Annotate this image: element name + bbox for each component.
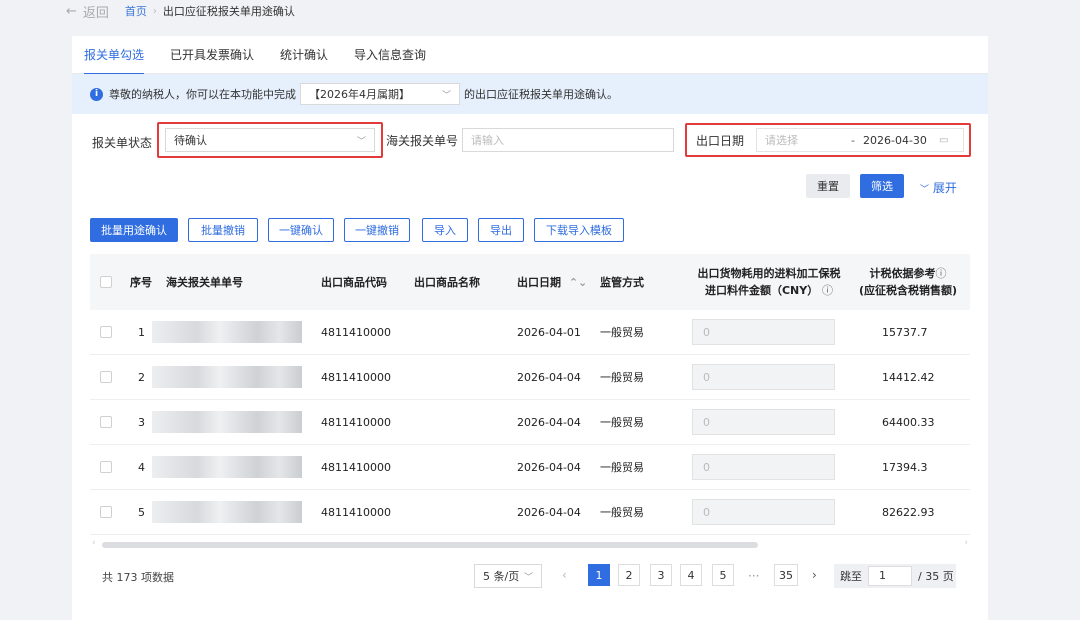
date-range-picker[interactable]: 请选择 - 2026-04-30 ▭ — [756, 128, 964, 152]
back-button[interactable]: ← 返回 — [66, 2, 109, 21]
horizontal-scrollbar[interactable]: ‹ › — [90, 538, 970, 550]
page-5[interactable]: 5 — [712, 564, 734, 586]
page-4[interactable]: 4 — [680, 564, 702, 586]
tab-bar: 报关单勾选 已开具发票确认 统计确认 导入信息查询 — [72, 36, 988, 75]
page-size-select[interactable]: 5 条/页 ﹀ — [474, 564, 542, 588]
status-select[interactable]: 待确认 ﹀ — [165, 128, 375, 152]
prev-page-icon[interactable]: ‹ — [562, 568, 567, 582]
info-circle-icon[interactable]: ⓘ — [936, 267, 947, 280]
reset-button[interactable]: 重置 — [806, 174, 850, 198]
breadcrumb-home[interactable]: 首页 — [125, 3, 147, 19]
row-checkbox[interactable] — [100, 461, 112, 473]
date-label: 出口日期 — [696, 134, 745, 148]
redacted-customs-no — [152, 366, 302, 388]
row-checkbox[interactable] — [100, 326, 112, 338]
chevron-down-icon: ﹀ — [356, 136, 366, 147]
customs-no-input[interactable]: 请输入 — [462, 128, 674, 152]
chevron-right-icon: › — [152, 5, 157, 17]
export-button[interactable]: 导出 — [478, 218, 524, 242]
import-button[interactable]: 导入 — [422, 218, 468, 242]
chevron-down-icon: ﹀ — [920, 185, 930, 195]
status-label: 报关单状态 — [92, 136, 153, 150]
topbar: ← 返回 首页 › 出口应征税报关单用途确认 — [0, 0, 1080, 22]
batch-confirm-button[interactable]: 批量用途确认 — [90, 218, 178, 242]
notice-banner: i 尊敬的纳税人，你可以在本功能中完成 【2026年4月属期】 ﹀ 的出口应征税… — [72, 74, 988, 114]
arrow-left-icon: ← — [66, 3, 77, 19]
select-all-checkbox[interactable] — [100, 276, 112, 288]
scroll-left-icon[interactable]: ‹ — [92, 538, 96, 548]
table-row: 2 4811410000 2026-04-04 一般贸易 0 14412.42 — [90, 355, 970, 400]
page-2[interactable]: 2 — [618, 564, 640, 586]
one-click-confirm-button[interactable]: 一键确认 — [268, 218, 334, 242]
amount-input: 0 — [692, 409, 835, 435]
expand-toggle[interactable]: ﹀ 展开 — [920, 179, 957, 196]
scroll-right-icon[interactable]: › — [964, 538, 968, 548]
page-ellipsis[interactable]: ··· — [748, 569, 759, 583]
chevron-down-icon: ﹀ — [441, 90, 451, 101]
page-jump-input[interactable]: 1 — [868, 566, 912, 586]
table-row: 1 4811410000 2026-04-01 一般贸易 0 15737.7 — [90, 310, 970, 355]
scroll-thumb[interactable] — [102, 542, 758, 548]
batch-revoke-button[interactable]: 批量撤销 — [188, 218, 258, 242]
row-checkbox[interactable] — [100, 371, 112, 383]
breadcrumb-current: 出口应征税报关单用途确认 — [162, 5, 295, 18]
redacted-customs-no — [152, 321, 302, 343]
sort-icon: ⌃⌄ — [568, 276, 588, 289]
date-start[interactable]: 请选择 — [765, 132, 851, 148]
page-last[interactable]: 35 — [774, 564, 798, 586]
chevron-down-icon: ﹀ — [523, 572, 533, 583]
date-end[interactable]: 2026-04-30 — [863, 134, 939, 147]
table-header: 序号 海关报关单单号 出口商品代码 出口商品名称 出口日期 ⌃⌄ 监管方式 出口… — [90, 254, 970, 310]
main-card: 报关单勾选 已开具发票确认 统计确认 导入信息查询 i 尊敬的纳税人，你可以在本… — [72, 36, 988, 620]
redacted-customs-no — [152, 501, 302, 523]
filter-button[interactable]: 筛选 — [860, 174, 904, 198]
declarations-table: 序号 海关报关单单号 出口商品代码 出口商品名称 出口日期 ⌃⌄ 监管方式 出口… — [90, 254, 970, 535]
total-count: 共 173 项数据 — [102, 571, 174, 584]
one-click-revoke-button[interactable]: 一键撤销 — [344, 218, 410, 242]
tab-invoiced-confirm[interactable]: 已开具发票确认 — [170, 36, 254, 74]
info-icon: i — [90, 87, 103, 101]
customs-no-label: 海关报关单号 — [386, 134, 459, 148]
page-jumper: 跳至 1 / 35 页 — [834, 564, 956, 588]
row-checkbox[interactable] — [100, 506, 112, 518]
row-checkbox[interactable] — [100, 416, 112, 428]
next-page-icon[interactable]: › — [812, 568, 817, 582]
tab-statistics-confirm[interactable]: 统计确认 — [280, 36, 328, 74]
info-circle-icon[interactable]: ⓘ — [822, 284, 833, 297]
filter-row: 报关单状态 待确认 ﹀ 海关报关单号 请输入 出口日期 请选择 - 2026-0… — [72, 122, 988, 162]
amount-input: 0 — [692, 454, 835, 480]
table-row: 4 4811410000 2026-04-04 一般贸易 0 17394.3 — [90, 445, 970, 490]
download-template-button[interactable]: 下载导入模板 — [534, 218, 624, 242]
redacted-customs-no — [152, 411, 302, 433]
period-select[interactable]: 【2026年4月属期】 ﹀ — [300, 83, 460, 105]
calendar-icon: ▭ — [938, 134, 949, 146]
page-1[interactable]: 1 — [588, 564, 610, 586]
table-row: 5 4811410000 2026-04-04 一般贸易 0 82622.93 — [90, 490, 970, 535]
amount-input: 0 — [692, 364, 835, 390]
pagination: 共 173 项数据 5 条/页 ﹀ ‹ 1 2 3 4 5 ··· 35 › 跳… — [72, 562, 988, 590]
redacted-customs-no — [152, 456, 302, 478]
page-3[interactable]: 3 — [650, 564, 672, 586]
tab-declaration-select[interactable]: 报关单勾选 — [84, 36, 145, 75]
tab-import-query[interactable]: 导入信息查询 — [354, 36, 426, 74]
export-date-sort[interactable]: 出口日期 ⌃⌄ — [517, 274, 587, 290]
amount-input: 0 — [692, 319, 835, 345]
amount-input: 0 — [692, 499, 835, 525]
table-row: 3 4811410000 2026-04-04 一般贸易 0 64400.33 — [90, 400, 970, 445]
